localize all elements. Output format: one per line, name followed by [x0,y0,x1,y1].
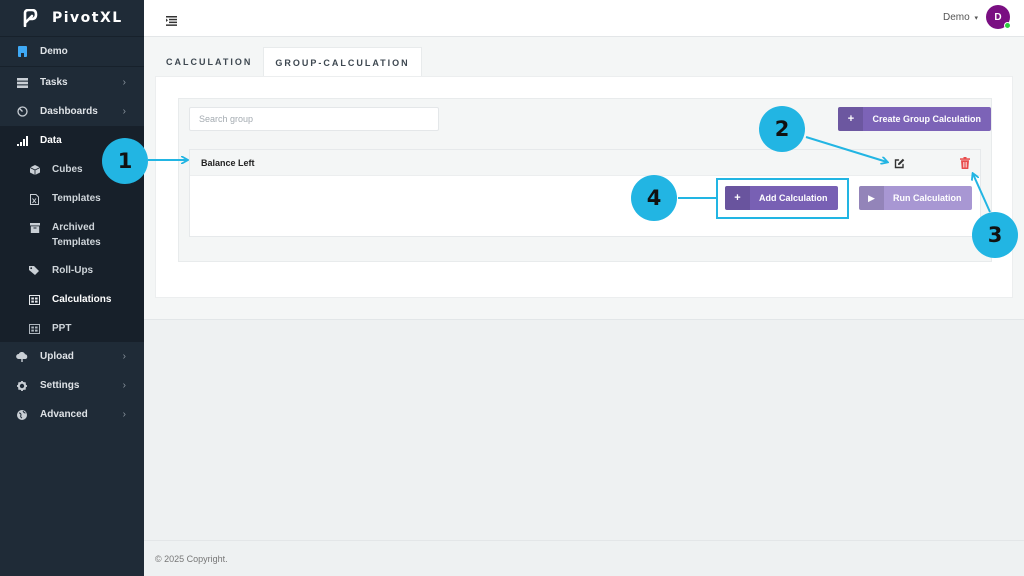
archive-icon [29,222,40,233]
play-icon: ▶ [859,186,884,210]
sidebar-item-label: Tasks [40,77,68,88]
tags-icon [29,266,40,277]
annotation-callout-3: 3 [972,212,1018,258]
tab-group-calculation[interactable]: GROUP-CALCULATION [263,47,422,77]
book-icon [16,46,28,58]
top-bar: Demo ▾ D [144,0,1024,37]
chevron-right-icon: › [122,77,126,88]
user-name: Demo [943,11,970,23]
group-name: Balance Left [201,157,255,168]
avatar-initial: D [994,11,1002,23]
sidebar-item-label: Dashboards [40,106,98,117]
table-icon [29,295,40,306]
sidebar-item-dashboards[interactable]: Dashboards › [0,97,144,126]
run-calculation-button[interactable]: ▶ Run Calculation [859,186,972,210]
sidebar-item-demo[interactable]: Demo [0,37,144,67]
sidebar-subitem-ppt[interactable]: PPT [0,314,144,342]
sidebar-subitem-label: Calculations [52,294,112,305]
sidebar-subitem-roll-ups[interactable]: Roll-Ups [0,256,144,285]
button-label: Create Group Calculation [872,114,981,124]
chevron-right-icon: › [122,351,126,362]
gauge-icon [16,106,28,118]
user-name-dropdown[interactable]: Demo ▾ [943,12,978,23]
chevron-right-icon: › [122,380,126,391]
sidebar-subitem-label: PPT [52,322,72,334]
group-list-container: + Create Group Calculation Balance Left … [178,98,992,262]
button-label: Run Calculation [893,193,962,203]
sidebar-subitem-label: Archived Templates [52,222,101,248]
group-header[interactable]: Balance Left [190,150,980,176]
chevron-right-icon: › [122,106,126,117]
server-icon [16,77,28,89]
sidebar-subitem-label: Templates [52,193,101,204]
user-menu[interactable]: Demo ▾ D [943,5,1011,29]
plus-icon: + [838,107,864,131]
sidebar-item-label: Demo [40,46,68,57]
annotation-callout-4: 4 [631,175,677,221]
annotation-highlight-box [716,178,849,219]
group-calculation-panel: + Create Group Calculation Balance Left … [155,76,1013,298]
signal-icon [16,135,28,147]
sidebar-subitem-archived-templates[interactable]: Archived Templates [0,213,144,256]
chevron-right-icon: › [122,409,126,420]
online-status-indicator [1004,22,1011,29]
group-card: Balance Left + Add Calculation ▶ Run Cal… [189,149,981,237]
sidebar-item-label: Settings [40,380,80,391]
sidebar-toggle-icon[interactable] [166,13,177,26]
sidebar-item-upload[interactable]: Upload › [0,342,144,371]
search-group-input[interactable] [189,107,439,131]
sidebar-subitem-label: Cubes [52,164,83,175]
sidebar-item-label: Data [40,135,62,146]
create-group-calculation-button[interactable]: + Create Group Calculation [838,107,991,131]
sidebar-item-tasks[interactable]: Tasks › [0,68,144,97]
sidebar: PivotXL Demo Tasks › Dashboards › Data C… [0,0,144,576]
sidebar-item-label: Advanced [40,409,88,420]
cloud-upload-icon [16,351,28,363]
brand[interactable]: PivotXL [0,0,144,37]
sidebar-subitem-calculations[interactable]: Calculations [0,285,144,314]
table-icon [29,323,40,334]
file-excel-icon [29,193,40,205]
caret-down-icon: ▾ [974,14,978,22]
footer: © 2025 Copyright. [144,540,1024,576]
sidebar-subitem-label: Roll-Ups [52,265,94,276]
sidebar-item-advanced[interactable]: Advanced › [0,400,144,429]
edit-icon[interactable] [894,158,905,169]
trash-icon[interactable] [960,157,970,169]
annotation-callout-2: 2 [759,106,805,152]
app-name: PivotXL [52,10,123,26]
tab-bar: CALCULATION GROUP-CALCULATION [155,47,422,77]
sidebar-item-label: Upload [40,351,74,362]
pivotxl-logo-icon [22,9,38,27]
globe-icon [16,409,28,421]
copyright-text: © 2025 Copyright. [155,553,228,564]
gear-icon [16,380,28,392]
sidebar-subitem-templates[interactable]: Templates [0,184,144,213]
annotation-callout-1: 1 [102,138,148,184]
sidebar-item-settings[interactable]: Settings › [0,371,144,400]
avatar[interactable]: D [986,5,1011,29]
tab-calculation[interactable]: CALCULATION [155,47,263,77]
cube-icon [29,165,40,176]
